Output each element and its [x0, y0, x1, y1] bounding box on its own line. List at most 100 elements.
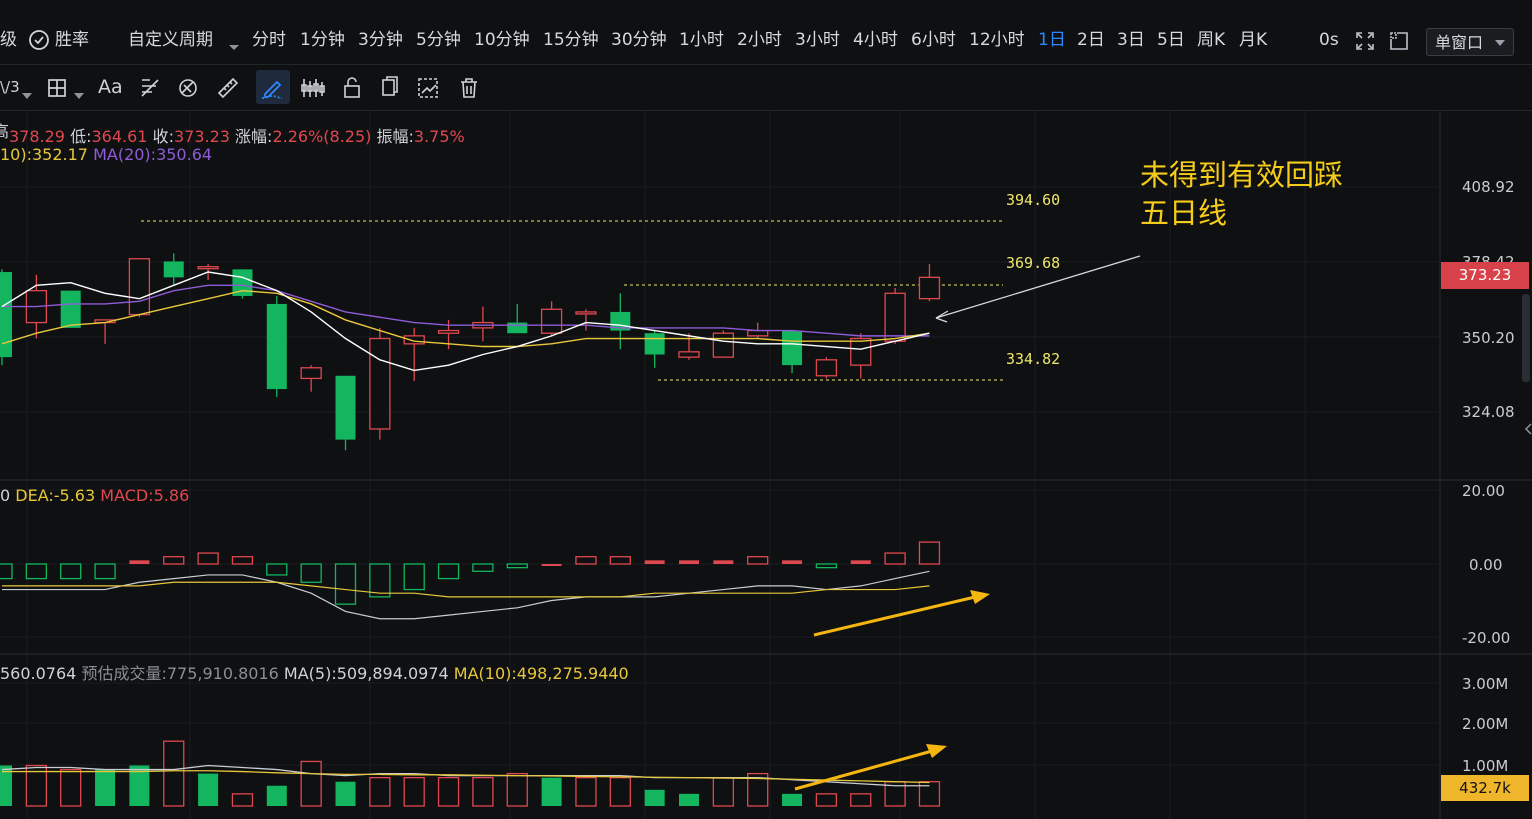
candle-body	[678, 351, 700, 358]
candle-body	[335, 375, 356, 440]
fib-tool-icon[interactable]	[138, 76, 162, 104]
macd-bar	[713, 560, 734, 564]
text-tool[interactable]: Aa	[98, 76, 123, 98]
close-value: 373.23	[173, 127, 230, 146]
volume-bar	[231, 793, 254, 807]
fullscreen-icon[interactable]	[1355, 31, 1375, 55]
period-tab[interactable]: 15分钟	[543, 30, 599, 50]
winrate-icon[interactable]	[28, 29, 50, 55]
candle-body	[197, 266, 219, 270]
period-tab[interactable]: 12小时	[969, 30, 1025, 50]
scroll-handle[interactable]	[1522, 294, 1530, 382]
period-tab[interactable]: 2日	[1077, 30, 1105, 50]
price-axis-tick: 324.08	[1462, 403, 1515, 421]
macd-bar	[918, 541, 941, 565]
period-toolbar: 级 胜率 自定义周期 分时 1分钟 3分钟 5分钟 10分钟 15分钟 30分钟 1小时 2小时…	[0, 0, 1532, 65]
candle-body	[884, 292, 906, 342]
drawing-toolbar: \/3 Aa	[0, 64, 1532, 111]
macd-value: MACD:5.86	[100, 486, 190, 505]
period-tab[interactable]: 3小时	[795, 30, 840, 50]
candle-body	[918, 276, 941, 300]
candle-tool-icon[interactable]	[300, 76, 326, 104]
candle-body	[644, 333, 665, 355]
current-volume-tag: 432.7k	[1441, 775, 1529, 801]
level-label: 334.82	[1006, 350, 1061, 368]
price-axis-tick: 408.92	[1462, 178, 1515, 196]
collapse-arrow-icon[interactable]	[1524, 404, 1532, 454]
crosshair-layout-icon[interactable]	[46, 77, 68, 103]
chevron-down-icon[interactable]	[228, 37, 240, 56]
window-mode-value: 单窗口	[1435, 33, 1484, 52]
macd-bar	[679, 560, 699, 564]
copy-icon[interactable]	[380, 76, 400, 104]
float-window-icon[interactable]	[1389, 31, 1409, 55]
magnet-icon[interactable]	[176, 76, 200, 104]
macd-cut-value: 0	[0, 486, 11, 505]
lock-icon[interactable]	[342, 76, 362, 104]
indicator-cut-label[interactable]: \/3	[0, 78, 20, 96]
draw-pen-icon[interactable]	[256, 70, 290, 104]
candle-body	[163, 261, 184, 278]
dif-line	[2, 570, 930, 620]
trend-arrow-head	[926, 744, 947, 758]
macd-bar	[163, 556, 185, 565]
macd-bar	[437, 563, 460, 580]
period-tab[interactable]: 1分钟	[300, 30, 345, 50]
price-axis-tick: 350.20	[1462, 329, 1515, 347]
period-tab[interactable]: 5日	[1157, 30, 1185, 50]
volume-bar	[644, 789, 665, 806]
period-tab[interactable]: 3日	[1117, 30, 1145, 50]
macd-bar	[644, 560, 665, 564]
period-tab[interactable]: 30分钟	[611, 30, 667, 50]
chevron-down-icon[interactable]	[74, 85, 84, 104]
volume-bar	[541, 777, 562, 806]
candle-body	[369, 337, 391, 430]
window-mode-select[interactable]: 单窗口	[1426, 28, 1514, 56]
period-tab[interactable]: 1小时	[679, 30, 724, 50]
macd-bar	[300, 563, 322, 583]
custom-period-dropdown[interactable]: 自定义周期	[128, 30, 213, 50]
period-tab[interactable]: 1日	[1038, 30, 1066, 50]
low-label: 低:	[70, 127, 92, 146]
countdown-label: 0s	[1319, 30, 1339, 50]
period-tab[interactable]: 10分钟	[474, 30, 530, 50]
ma-info: 10):352.17 MA(20):350.64	[0, 145, 212, 164]
macd-bar	[60, 563, 82, 580]
macd-axis-tick: 20.00	[1462, 482, 1505, 500]
macd-bar	[850, 560, 871, 564]
amplitude-value: 3.75%	[413, 127, 465, 146]
period-tab[interactable]: 分时	[252, 30, 286, 50]
vol-ma10-value: MA(10):498,275.9440	[453, 664, 629, 683]
volume-axis-tick: 3.00M	[1462, 675, 1509, 693]
volume-bar	[815, 793, 838, 807]
period-tab[interactable]: 周K	[1197, 30, 1225, 50]
change-label: 涨幅:	[235, 127, 273, 146]
volume-cut-value: 560.0764	[0, 664, 77, 683]
est-volume-label: 预估成交量:	[81, 664, 167, 683]
macd-bar	[0, 563, 13, 580]
close-label: 收:	[152, 127, 174, 146]
candle-body	[747, 329, 769, 337]
amplitude-label: 振幅:	[376, 127, 414, 146]
period-tab[interactable]: 3分钟	[358, 30, 403, 50]
period-tab[interactable]: 6小时	[911, 30, 956, 50]
candle-body	[782, 330, 803, 366]
period-tab[interactable]: 4小时	[853, 30, 898, 50]
period-tab[interactable]: 5分钟	[416, 30, 461, 50]
macd-bar	[815, 563, 838, 569]
ruler-icon[interactable]	[216, 76, 240, 104]
annotation-line: 五日线	[1140, 196, 1228, 230]
level-menu-label[interactable]: 级	[0, 30, 17, 50]
trash-icon[interactable]	[458, 76, 480, 104]
candle-body	[575, 311, 597, 315]
macd-bar	[197, 552, 219, 565]
period-tab[interactable]: 月K	[1239, 30, 1267, 50]
pattern-tool-icon[interactable]	[416, 76, 442, 104]
candle-body	[403, 335, 425, 345]
chevron-down-icon[interactable]	[22, 85, 32, 104]
volume-bar	[300, 760, 322, 807]
macd-bar	[506, 563, 528, 569]
macd-bar	[747, 556, 769, 565]
period-tab[interactable]: 2小时	[737, 30, 782, 50]
winrate-button[interactable]: 胜率	[55, 30, 89, 50]
